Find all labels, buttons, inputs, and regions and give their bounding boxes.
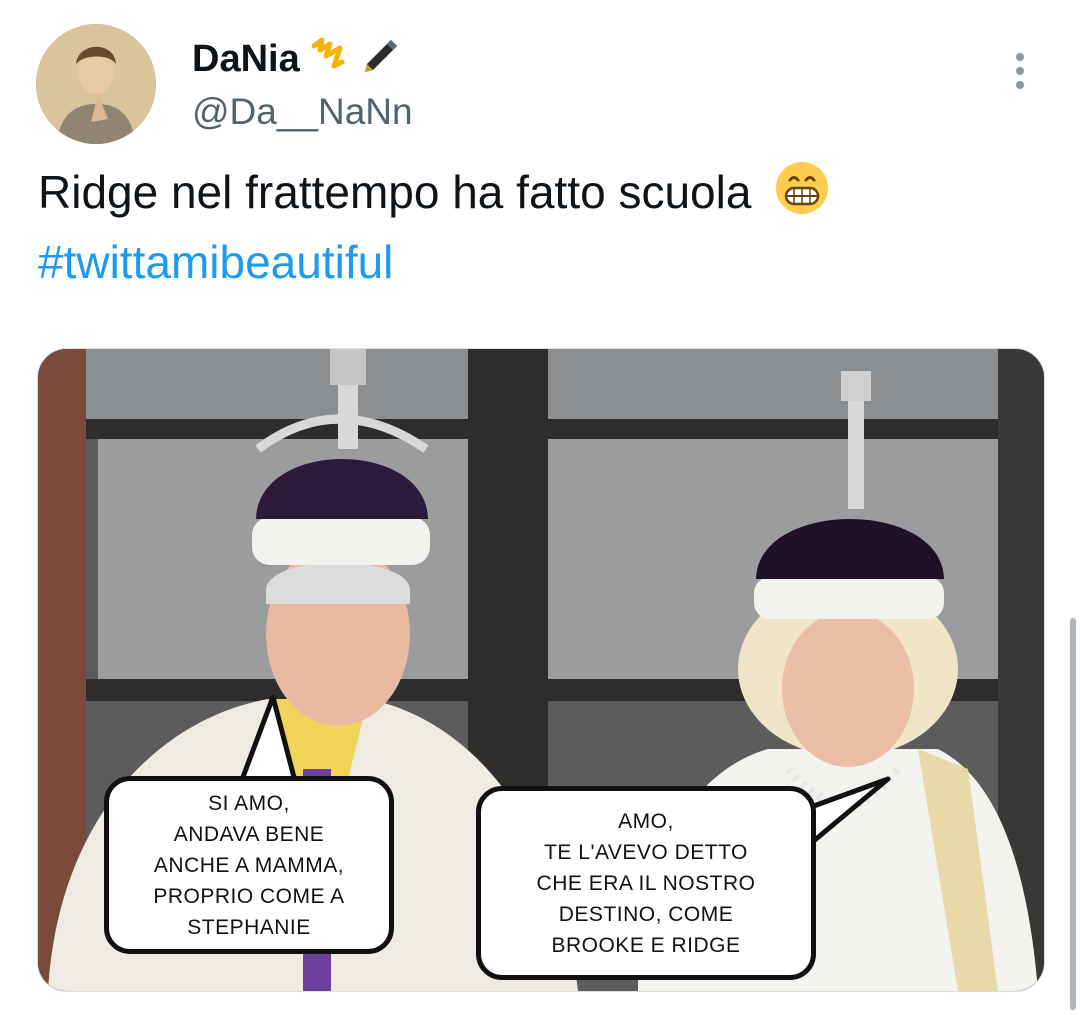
- avatar[interactable]: [36, 24, 156, 144]
- hashtag-link[interactable]: #twittamibeautiful: [38, 231, 1038, 293]
- display-name-text: DaNia: [192, 38, 300, 81]
- avatar-image: [36, 24, 156, 144]
- speech-bubble-right: AMO, TE L'AVEVO DETTO CHE ERA IL NOSTRO …: [476, 786, 816, 980]
- grinning-face-emoji: [774, 160, 830, 231]
- tweet-body: Ridge nel frattempo ha fatto scuola: [38, 166, 752, 218]
- tweet-text: Ridge nel frattempo ha fatto scuola #twi…: [38, 160, 1038, 293]
- speech-bubble-left-text: SI AMO, ANDAVA BENE ANCHE A MAMMA, PROPR…: [153, 791, 345, 939]
- pen-icon: [361, 36, 401, 86]
- more-options-icon[interactable]: [1000, 46, 1040, 96]
- display-name[interactable]: DaNia: [192, 36, 401, 86]
- speech-bubble-left: SI AMO, ANDAVA BENE ANCHE A MAMMA, PROPR…: [104, 776, 394, 954]
- speech-bubble-right-text: AMO, TE L'AVEVO DETTO CHE ERA IL NOSTRO …: [536, 809, 756, 957]
- user-handle[interactable]: @Da__NaNn: [192, 90, 413, 134]
- scroll-icon: [311, 36, 348, 86]
- scrollbar[interactable]: [1070, 618, 1076, 1010]
- tweet-media[interactable]: SI AMO, ANDAVA BENE ANCHE A MAMMA, PROPR…: [37, 348, 1045, 992]
